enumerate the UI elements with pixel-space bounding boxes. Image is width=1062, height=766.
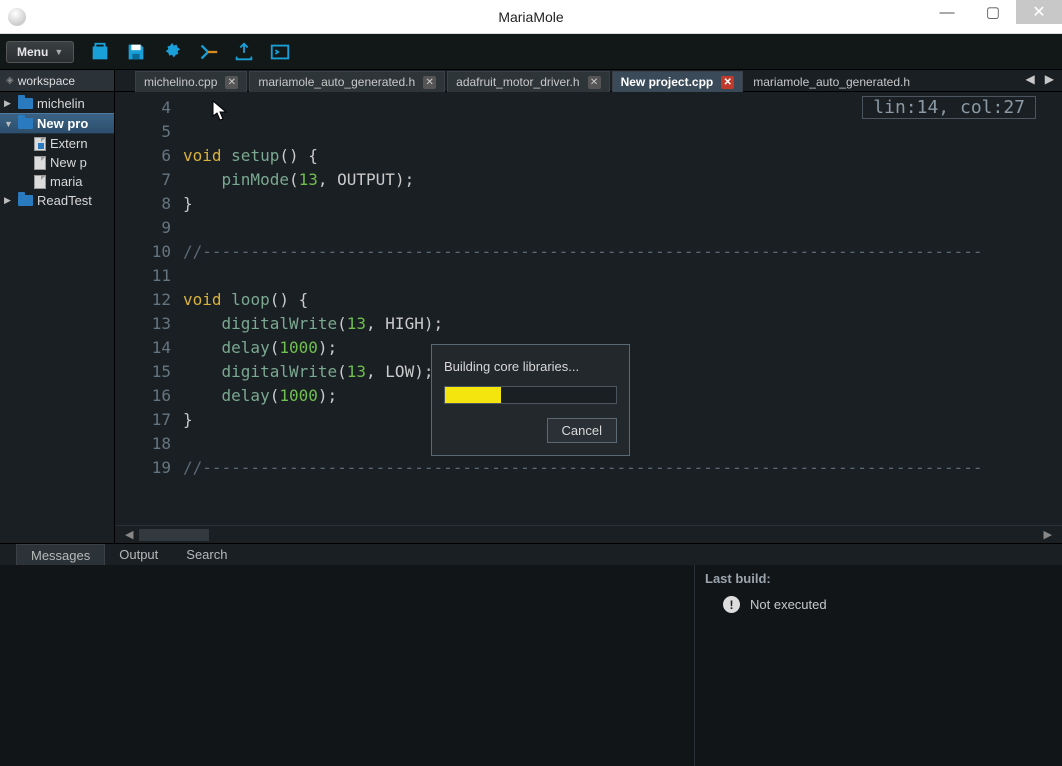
tab-adafruit[interactable]: adafruit_motor_driver.h ✕ [447, 71, 609, 92]
settings-icon[interactable] [160, 40, 184, 64]
scroll-right-icon[interactable]: ▶ [1040, 528, 1056, 541]
tree-label: michelin [37, 96, 85, 111]
last-build-header: Last build: [705, 571, 1052, 586]
scroll-left-icon[interactable]: ◀ [121, 528, 137, 541]
tab-auto-gen-2[interactable]: mariamole_auto_generated.h [745, 72, 918, 92]
tree-label: maria [50, 174, 83, 189]
tab-label: New project.cpp [621, 75, 714, 89]
tree-item-michelin[interactable]: ▶ michelin [0, 94, 114, 113]
workspace: ◈ workspace ▶ michelin ▼ New pro Extern … [0, 70, 1062, 543]
dialog-message: Building core libraries... [444, 359, 617, 374]
tree-label: ReadTest [37, 193, 92, 208]
tab-label: michelino.cpp [144, 75, 217, 89]
tree-label: Extern [50, 136, 88, 151]
tab-label: adafruit_motor_driver.h [456, 75, 579, 89]
save-icon[interactable] [124, 40, 148, 64]
editor-area: michelino.cpp ✕ mariamole_auto_generated… [115, 70, 1062, 543]
toolbar: Menu ▼ [0, 34, 1062, 70]
terminal-icon[interactable] [268, 40, 292, 64]
build-status-text: Not executed [750, 597, 827, 612]
code-editor[interactable]: 45678910111213141516171819 void setup() … [115, 92, 1062, 525]
menu-label: Menu [17, 45, 48, 59]
tab-messages[interactable]: Messages [16, 544, 105, 565]
diamond-icon: ◈ [6, 75, 14, 86]
output-tabs: Messages Output Search [0, 543, 1062, 565]
progress-bar [444, 386, 617, 404]
horizontal-scrollbar[interactable]: ◀ ▶ [115, 525, 1062, 543]
cancel-button[interactable]: Cancel [547, 418, 617, 443]
sidebar: ◈ workspace ▶ michelin ▼ New pro Extern … [0, 70, 115, 543]
file-icon [34, 175, 46, 189]
sidebar-header[interactable]: ◈ workspace [0, 70, 114, 92]
expand-icon: ▶ [4, 195, 14, 206]
tab-new-project[interactable]: New project.cpp ✕ [612, 71, 744, 92]
tree-item-readtest[interactable]: ▶ ReadTest [0, 191, 114, 210]
tree-label: New pro [37, 116, 88, 131]
expand-icon: ▶ [4, 98, 14, 109]
folder-icon [18, 98, 33, 109]
build-status-pane: Last build: ! Not executed [694, 565, 1062, 766]
upload-icon[interactable] [232, 40, 256, 64]
window-title: MariaMole [0, 9, 1062, 25]
tree-file-newp[interactable]: New p [0, 153, 114, 172]
tree-item-new-project[interactable]: ▼ New pro [0, 113, 114, 134]
close-icon[interactable]: ✕ [225, 76, 238, 89]
tab-scroll-right[interactable]: ▶ [1041, 72, 1058, 86]
scroll-thumb[interactable] [139, 529, 209, 541]
close-icon[interactable]: ✕ [588, 76, 601, 89]
tab-search[interactable]: Search [172, 544, 241, 565]
warning-icon: ! [723, 596, 740, 613]
tab-label: mariamole_auto_generated.h [753, 75, 910, 89]
progress-fill [445, 387, 501, 403]
file-icon [34, 156, 46, 170]
file-link-icon [34, 137, 46, 151]
code-content[interactable]: void setup() { pinMode(13, OUTPUT);} //-… [183, 92, 1062, 525]
build-icon[interactable] [196, 40, 220, 64]
tab-michelino[interactable]: michelino.cpp ✕ [135, 71, 247, 92]
editor-tabs: michelino.cpp ✕ mariamole_auto_generated… [115, 70, 1062, 92]
tree-file-maria[interactable]: maria [0, 172, 114, 191]
tab-label: mariamole_auto_generated.h [258, 75, 415, 89]
close-icon[interactable]: ✕ [721, 76, 734, 89]
tree-file-extern[interactable]: Extern [0, 134, 114, 153]
minimize-button[interactable]: — [924, 0, 970, 24]
collapse-icon: ▼ [4, 119, 14, 129]
build-progress-dialog: Building core libraries... Cancel [431, 344, 630, 456]
tab-auto-gen-1[interactable]: mariamole_auto_generated.h ✕ [249, 71, 445, 92]
title-bar: MariaMole — ▢ ✕ [0, 0, 1062, 34]
output-panel: Last build: ! Not executed [0, 565, 1062, 766]
folder-icon [18, 195, 33, 206]
open-icon[interactable] [88, 40, 112, 64]
close-button[interactable]: ✕ [1016, 0, 1062, 24]
tree-label: New p [50, 155, 87, 170]
messages-pane [0, 565, 694, 766]
tab-output[interactable]: Output [105, 544, 172, 565]
chevron-down-icon: ▼ [54, 47, 63, 57]
close-icon[interactable]: ✕ [423, 76, 436, 89]
line-gutter: 45678910111213141516171819 [115, 92, 183, 525]
maximize-button[interactable]: ▢ [970, 0, 1016, 24]
menu-button[interactable]: Menu ▼ [6, 41, 74, 63]
sidebar-header-label: workspace [18, 74, 75, 88]
folder-icon [18, 118, 33, 129]
project-tree: ▶ michelin ▼ New pro Extern New p maria [0, 92, 114, 212]
tab-scroll-left[interactable]: ◀ [1022, 72, 1039, 86]
